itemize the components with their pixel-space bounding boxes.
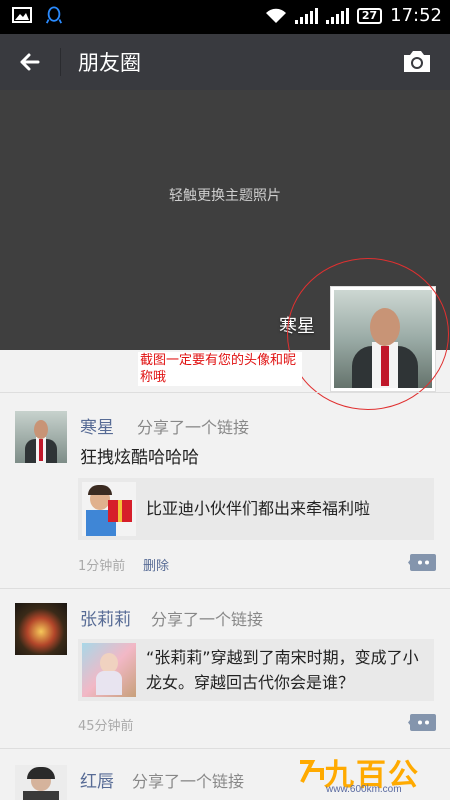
link-title: 比亚迪小伙伴们都出来牵福利啦 [146,499,371,518]
cover-hint: 轻触更换主题照片 [169,188,281,204]
link-thumbnail [82,643,136,697]
clock: 17:52 [390,5,442,26]
back-arrow-icon[interactable] [14,46,46,78]
page-title: 朋友圈 [78,51,141,75]
annotation-circle [287,258,449,410]
link-card[interactable]: “张莉莉”穿越到了南宋时期，变成了小龙女。穿越回古代你会是谁？ [78,639,434,701]
delete-button[interactable]: 删除 [143,555,169,574]
post-action-text: 分享了一个链接 [137,418,250,437]
avatar[interactable] [15,603,67,655]
watermark-url: www.600km.com [326,784,402,795]
post-time: 45分钟前 [78,719,134,734]
feed-post: 寒星 分享了一个链接 狂拽炫酷哈哈哈 比亚迪小伙伴们都出来牵福利啦 1分钟前 删… [0,392,450,588]
wifi-icon [265,8,286,23]
watermark-logo-icon [300,760,324,783]
link-thumbnail [82,482,136,536]
post-author[interactable]: 红唇 [80,767,114,792]
post-time: 1分钟前 [78,559,126,574]
battery-indicator: 27 [356,7,383,24]
link-title: “张莉莉”穿越到了南宋时期，变成了小龙女。穿越回古代你会是谁？ [146,648,419,692]
action-divider [60,48,61,76]
signal-icon-1 [294,7,318,24]
site-watermark: 九百公里 www.600km.com [296,750,446,798]
avatar[interactable] [15,765,67,800]
post-author[interactable]: 张莉莉 [80,605,131,630]
post-action-text: 分享了一个链接 [132,772,245,791]
status-bar: 27 17:52 [0,0,450,34]
qq-notification-icon [45,6,63,24]
action-bar: 朋友圈 [0,34,450,90]
avatar[interactable] [15,411,67,463]
post-author[interactable]: 寒星 [80,413,114,438]
post-action-text: 分享了一个链接 [151,610,264,629]
post-text: 狂拽炫酷哈哈哈 [80,448,199,468]
feed-post: 张莉莉 分享了一个链接 “张莉莉”穿越到了南宋时期，变成了小龙女。穿越回古代你会… [0,588,450,748]
comment-icon[interactable] [408,553,436,572]
annotation-note: 截图一定要有您的头像和昵称哦 [138,352,302,386]
gallery-notification-icon [12,7,32,23]
signal-icon-2 [325,7,349,24]
camera-icon[interactable] [402,48,432,74]
link-card[interactable]: 比亚迪小伙伴们都出来牵福利啦 [78,478,434,540]
comment-icon[interactable] [408,713,436,732]
